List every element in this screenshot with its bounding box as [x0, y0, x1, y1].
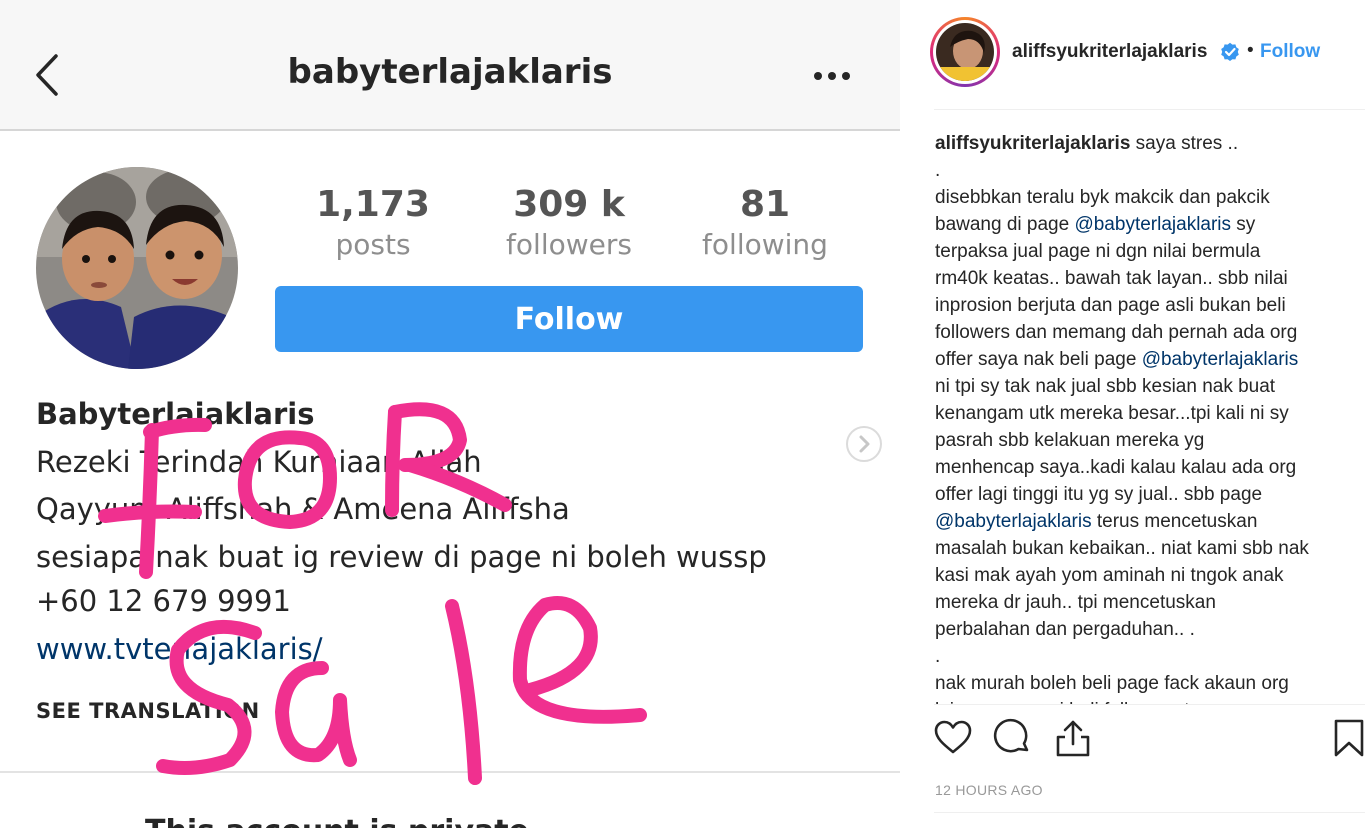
caption-text: offer lagi tinggi itu yg sy jual.. sbb p… [935, 484, 1263, 505]
following-stat: 81 following [665, 183, 865, 263]
caption-text: bawang di page [935, 214, 1075, 235]
private-account-text: This account is private [145, 814, 529, 828]
mention-link[interactable]: @babyterlajaklaris [1074, 214, 1231, 235]
mention-link[interactable]: @babyterlajaklaris [935, 511, 1092, 532]
caption-line: inprosion berjuta dan page asli bukan be… [935, 292, 1355, 319]
verified-badge-icon [1221, 42, 1239, 61]
comment-icon[interactable] [993, 718, 1033, 758]
author-avatar-ring[interactable] [930, 17, 1000, 87]
header-divider [934, 109, 1365, 110]
caption-text: . [935, 160, 941, 181]
caption-line: mereka dr jauh.. tpi mencetuskan [935, 589, 1355, 616]
caption-text: disebbkan teralu byk makcik dan pakcik [935, 187, 1270, 208]
bio-website-link: www.tvterlajaklaris/ [36, 632, 323, 666]
separator-dot: • [1247, 40, 1254, 61]
see-translation-link: SEE TRANSLATION [36, 699, 260, 723]
bio-line: Qayyum Aliffshah & Ameena Aliffsha [36, 492, 570, 526]
caption-line: kenangam utk mereka besar...tpi kali ni … [935, 400, 1355, 427]
section-divider [0, 771, 900, 773]
author-avatar[interactable] [936, 23, 994, 81]
caption-text: kasi mak ayah yom aminah ni tngok anak [935, 565, 1284, 586]
profile-nav-bar: babyterlajaklaris [0, 0, 900, 131]
caption-text: . [935, 646, 941, 667]
caption-line: kasi mak ayah yom aminah ni tngok anak [935, 562, 1355, 589]
profile-username-title: babyterlajaklaris [287, 52, 613, 92]
caption-text: pasrah sbb kelakuan mereka yg [935, 430, 1205, 451]
caption-text: perbalahan dan pergaduhan.. . [935, 619, 1195, 640]
posts-label: posts [335, 228, 411, 261]
caption-line: nak murah boleh beli page fack akaun org [935, 670, 1355, 697]
caption-line: offer saya nak beli page @babyterlajakla… [935, 346, 1355, 373]
caption-line: pasrah sbb kelakuan mereka yg [935, 427, 1355, 454]
caption-text: nak murah boleh beli page fack akaun org [935, 673, 1289, 694]
heart-icon[interactable] [933, 718, 973, 758]
post-sidebar: aliffsyukriterlajaklaris • Follow aliffs… [900, 0, 1365, 828]
caption-line: perbalahan dan pergaduhan.. . [935, 616, 1355, 643]
caption-line: offer lagi tinggi itu yg sy jual.. sbb p… [935, 481, 1355, 508]
following-label: following [702, 228, 828, 261]
profile-display-name: Babyterlajaklaris [36, 397, 315, 431]
caption-text: terpaksa jual page ni dgn nilai bermula [935, 241, 1261, 262]
caption-line: ni tpi sy tak nak jual sbb kesian nak bu… [935, 373, 1355, 400]
share-icon[interactable] [1053, 718, 1093, 758]
mention-link[interactable]: @babyterlajaklaris [1142, 349, 1299, 370]
caption-text: kenangam utk mereka besar...tpi kali ni … [935, 403, 1289, 424]
followers-count: 309 k [513, 184, 625, 225]
profile-avatar [36, 167, 238, 369]
caption-line: bawang di page @babyterlajaklaris sy [935, 211, 1355, 238]
followers-label: followers [506, 228, 632, 261]
bio-line: sesiapa nak buat ig review di page ni bo… [36, 540, 767, 574]
caption-text: followers dan memang dah pernah ada org [935, 322, 1298, 343]
caption-line: . [935, 157, 1355, 184]
posts-count: 1,173 [316, 184, 430, 225]
caption-text: menhencap saya..kadi kalau kalau ada org [935, 457, 1297, 478]
follow-button[interactable]: Follow [1260, 41, 1320, 63]
caption-author-link[interactable]: aliffsyukriterlajaklaris [935, 133, 1130, 154]
caption-line: masalah bukan kebaikan.. niat kami sbb n… [935, 535, 1355, 562]
profile-follow-button: Follow [275, 286, 863, 352]
footer-divider [934, 812, 1365, 813]
caption-text: inprosion berjuta dan page asli bukan be… [935, 295, 1286, 316]
post-image: babyterlajaklaris 1,173 posts 309 k foll… [0, 0, 900, 828]
caption-line: . [935, 643, 1355, 670]
posts-stat: 1,173 posts [273, 183, 473, 263]
followers-stat: 309 k followers [469, 183, 669, 263]
caption-line: disebbkan teralu byk makcik dan pakcik [935, 184, 1355, 211]
more-options-icon [814, 72, 850, 80]
author-username-link[interactable]: aliffsyukriterlajaklaris [1012, 41, 1207, 63]
following-count: 81 [739, 184, 791, 225]
caption-line: followers dan memang dah pernah ada org [935, 319, 1355, 346]
caption-line: menhencap saya..kadi kalau kalau ada org [935, 454, 1355, 481]
caption-line: rm40k keatas.. bawah tak layan.. sbb nil… [935, 265, 1355, 292]
caption-text: ni tpi sy tak nak jual sbb kesian nak bu… [935, 376, 1276, 397]
caption-text: sy [1231, 214, 1256, 235]
caption-line: aliffsyukriterlajaklaris saya stres .. [935, 130, 1355, 157]
post-caption: aliffsyukriterlajaklaris saya stres ... d… [935, 130, 1355, 705]
bio-line: Rezeki Terindah Kurniaan Allah [36, 445, 482, 479]
bio-phone: +60 12 679 9991 [36, 584, 291, 618]
caption-text: mereka dr jauh.. tpi mencetuskan [935, 592, 1216, 613]
caption-text: saya stres .. [1130, 133, 1239, 154]
caption-text: offer saya nak beli page [935, 349, 1142, 370]
caption-text: rm40k keatas.. bawah tak layan.. sbb nil… [935, 268, 1288, 289]
caption-line: terpaksa jual page ni dgn nilai bermula [935, 238, 1355, 265]
caption-text: terus mencetuskan [1091, 511, 1258, 532]
bookmark-icon[interactable] [1332, 718, 1365, 758]
chevron-right-icon [846, 426, 882, 462]
actions-divider [934, 704, 1365, 705]
caption-line: @babyterlajaklaris terus mencetuskan [935, 508, 1355, 535]
caption-text: masalah bukan kebaikan.. niat kami sbb n… [935, 538, 1309, 559]
post-header: aliffsyukriterlajaklaris • Follow [900, 0, 1365, 110]
post-timestamp: 12 HOURS AGO [935, 782, 1043, 798]
